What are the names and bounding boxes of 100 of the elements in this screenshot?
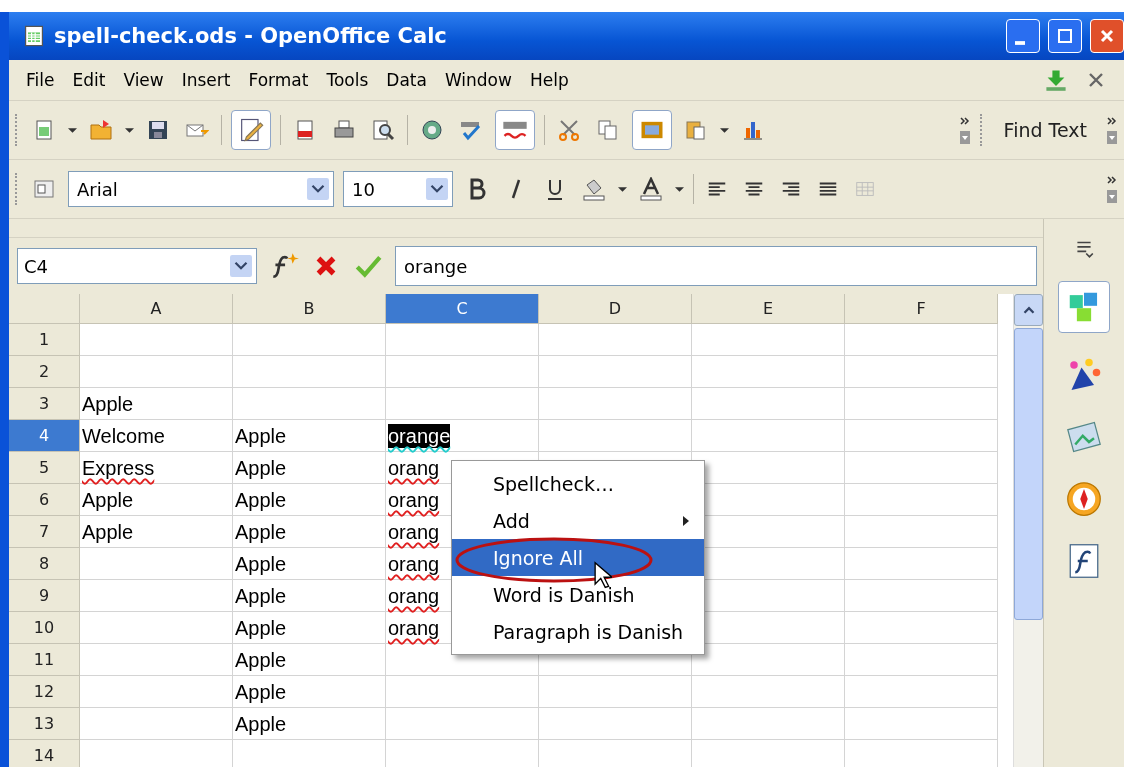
table-cell[interactable] bbox=[386, 324, 539, 356]
menu-item[interactable]: Window bbox=[435, 66, 521, 94]
column-header[interactable]: E bbox=[692, 294, 845, 324]
vertical-scrollbar[interactable] bbox=[1013, 294, 1043, 767]
row-header[interactable]: 7 bbox=[9, 516, 80, 548]
row-header[interactable]: 6 bbox=[9, 484, 80, 516]
table-cell[interactable] bbox=[692, 388, 845, 420]
caret-icon[interactable] bbox=[618, 184, 627, 194]
menu-item[interactable]: Spellcheck… bbox=[452, 465, 704, 502]
table-cell[interactable]: Apple bbox=[80, 484, 233, 516]
caret-icon[interactable] bbox=[125, 125, 134, 135]
picture-icon[interactable] bbox=[632, 110, 672, 150]
table-cell[interactable]: Welcome bbox=[80, 420, 233, 452]
row-header[interactable]: 10 bbox=[9, 612, 80, 644]
row-header[interactable]: 13 bbox=[9, 708, 80, 740]
table-cell[interactable]: Apple bbox=[80, 516, 233, 548]
table-cell[interactable] bbox=[845, 388, 998, 420]
overflow-icon[interactable] bbox=[958, 115, 971, 145]
table-cell[interactable] bbox=[845, 548, 998, 580]
table-cell[interactable]: Apple bbox=[233, 580, 386, 612]
row-header[interactable]: 5 bbox=[9, 452, 80, 484]
column-header[interactable]: C bbox=[386, 294, 539, 324]
menu-item[interactable]: Add bbox=[452, 502, 704, 539]
table-cell[interactable] bbox=[80, 356, 233, 388]
menu-item[interactable]: Edit bbox=[63, 66, 115, 94]
table-cell[interactable] bbox=[80, 612, 233, 644]
table-cell[interactable] bbox=[845, 612, 998, 644]
table-cell[interactable] bbox=[845, 676, 998, 708]
caret-icon[interactable] bbox=[68, 125, 77, 135]
scrollbar-thumb[interactable] bbox=[1014, 328, 1043, 620]
row-header[interactable]: 14 bbox=[9, 740, 80, 767]
table-cell[interactable] bbox=[386, 676, 539, 708]
table-cell[interactable] bbox=[80, 676, 233, 708]
column-header[interactable]: B bbox=[233, 294, 386, 324]
row-header[interactable]: 12 bbox=[9, 676, 80, 708]
column-header[interactable]: F bbox=[845, 294, 998, 324]
table-cell[interactable]: Apple bbox=[233, 420, 386, 452]
table-cell[interactable] bbox=[692, 676, 845, 708]
corner-cell[interactable] bbox=[9, 294, 80, 324]
table-cell[interactable]: Apple bbox=[233, 516, 386, 548]
table-cell[interactable]: orange bbox=[386, 420, 539, 452]
table-cell[interactable] bbox=[845, 356, 998, 388]
table-cell[interactable] bbox=[845, 452, 998, 484]
table-cell[interactable] bbox=[539, 420, 692, 452]
table-cell[interactable]: Express bbox=[80, 452, 233, 484]
caret-icon[interactable] bbox=[720, 125, 729, 135]
row-header[interactable]: 2 bbox=[9, 356, 80, 388]
caret-icon[interactable] bbox=[675, 184, 684, 194]
table-cell[interactable] bbox=[80, 580, 233, 612]
table-cell[interactable] bbox=[80, 324, 233, 356]
row-header[interactable]: 3 bbox=[9, 388, 80, 420]
column-header[interactable]: D bbox=[539, 294, 692, 324]
maximize-button[interactable] bbox=[1048, 19, 1082, 53]
table-cell[interactable] bbox=[539, 676, 692, 708]
menu-item[interactable]: Format bbox=[239, 66, 318, 94]
minimize-button[interactable] bbox=[1006, 19, 1040, 53]
menu-item[interactable]: Word is Danish bbox=[452, 576, 704, 613]
table-cell[interactable] bbox=[845, 324, 998, 356]
menu-item[interactable]: Data bbox=[377, 66, 436, 94]
row-header[interactable]: 11 bbox=[9, 644, 80, 676]
table-cell[interactable] bbox=[233, 324, 386, 356]
table-cell[interactable] bbox=[845, 420, 998, 452]
row-header[interactable]: 8 bbox=[9, 548, 80, 580]
table-cell[interactable] bbox=[386, 388, 539, 420]
table-cell[interactable] bbox=[80, 548, 233, 580]
table-cell[interactable]: Apple bbox=[233, 452, 386, 484]
table-cell[interactable] bbox=[692, 356, 845, 388]
table-cell[interactable] bbox=[539, 388, 692, 420]
table-cell[interactable] bbox=[233, 388, 386, 420]
table-cell[interactable]: Apple bbox=[233, 708, 386, 740]
find-text-button[interactable]: Find Text bbox=[993, 115, 1097, 145]
table-cell[interactable] bbox=[80, 644, 233, 676]
overflow-icon[interactable] bbox=[1106, 115, 1118, 145]
table-cell[interactable]: Apple bbox=[80, 388, 233, 420]
table-cell[interactable] bbox=[845, 516, 998, 548]
menu-item[interactable]: File bbox=[17, 66, 64, 94]
table-cell[interactable] bbox=[692, 708, 845, 740]
overflow-icon[interactable] bbox=[1106, 174, 1118, 204]
table-cell[interactable] bbox=[386, 356, 539, 388]
table-cell[interactable]: Apple bbox=[233, 676, 386, 708]
menu-item[interactable]: View bbox=[114, 66, 173, 94]
table-cell[interactable]: Apple bbox=[233, 644, 386, 676]
table-cell[interactable] bbox=[80, 708, 233, 740]
table-cell[interactable] bbox=[539, 356, 692, 388]
formula-input[interactable]: orange bbox=[395, 246, 1037, 286]
table-cell[interactable] bbox=[233, 356, 386, 388]
table-cell[interactable] bbox=[845, 644, 998, 676]
table-cell[interactable]: Apple bbox=[233, 484, 386, 516]
table-cell[interactable] bbox=[845, 484, 998, 516]
table-cell[interactable] bbox=[539, 708, 692, 740]
row-header[interactable]: 1 bbox=[9, 324, 80, 356]
table-cell[interactable] bbox=[692, 324, 845, 356]
menu-item[interactable]: Paragraph is Danish bbox=[452, 613, 704, 650]
table-cell[interactable]: Apple bbox=[233, 548, 386, 580]
name-box[interactable]: C4 bbox=[17, 248, 257, 284]
cubes-icon[interactable] bbox=[1058, 281, 1110, 333]
edit-file-icon[interactable] bbox=[231, 110, 271, 150]
table-cell[interactable] bbox=[539, 324, 692, 356]
menu-item[interactable]: Tools bbox=[317, 66, 378, 94]
font-size-combobox[interactable]: 10 bbox=[343, 171, 453, 207]
